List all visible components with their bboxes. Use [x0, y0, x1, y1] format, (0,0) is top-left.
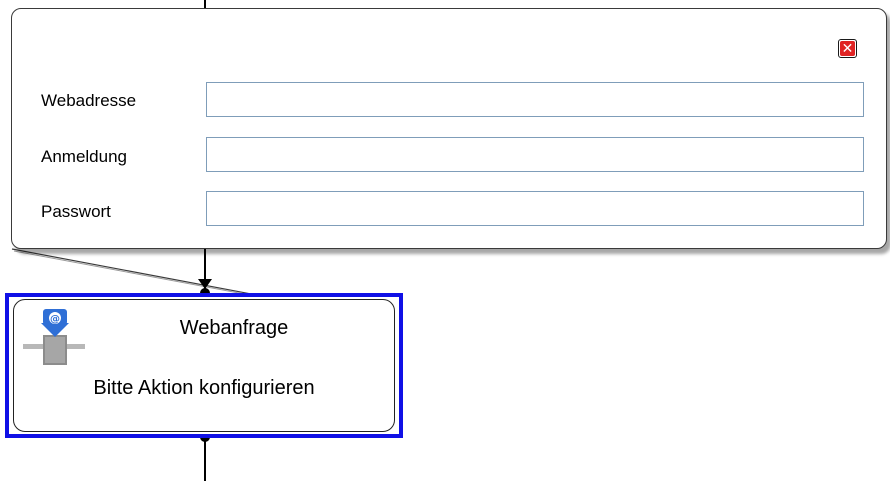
anmeldung-input[interactable]	[206, 137, 864, 172]
webadresse-input[interactable]	[206, 82, 864, 117]
close-button[interactable]: ✕	[838, 39, 857, 58]
passwort-input[interactable]	[206, 191, 864, 226]
action-node-subtitle: Bitte Aktion konfigurieren	[93, 377, 315, 399]
close-icon: ✕	[840, 40, 855, 57]
anmeldung-label: Anmeldung	[41, 147, 128, 166]
passwort-label: Passwort	[41, 202, 111, 221]
action-node-title: Webanfrage	[179, 317, 289, 339]
connection-settings-popup: ✕ Webadresse Anmeldung Passwort	[11, 8, 887, 249]
action-node[interactable]: @ Webanfrage Bitte Aktion konfigurieren	[13, 299, 395, 432]
webadresse-label: Webadresse	[41, 91, 137, 110]
action-node-selection[interactable]: @ Webanfrage Bitte Aktion konfigurieren	[5, 293, 403, 438]
